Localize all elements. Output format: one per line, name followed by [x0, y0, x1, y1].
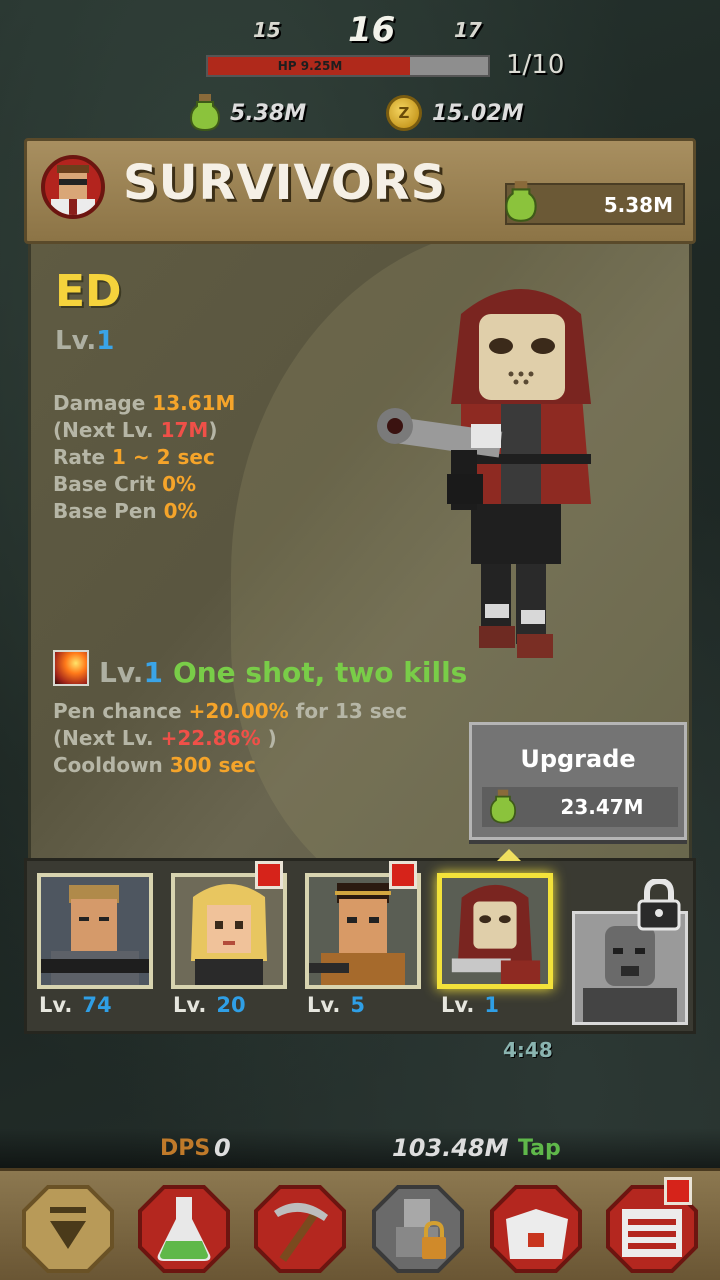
survivor-card-3[interactable] [305, 873, 421, 989]
skill-title: Lv.1 One shot, two kills [99, 656, 468, 689]
dps-value: 0 [214, 1134, 231, 1162]
damage-summary: DPS 0 103.48M Tap [0, 1128, 720, 1168]
potion-icon [490, 789, 516, 824]
resource-row: 5.38M Z 15.02M [0, 92, 720, 136]
stage-prev: 15 [253, 18, 281, 42]
selection-pointer [497, 849, 521, 861]
upgrade-cost: 23.47M [482, 787, 678, 827]
potion-flask-icon[interactable] [136, 1181, 232, 1277]
skill-details: Pen chance +20.00% for 13 sec (Next Lv. … [53, 698, 407, 779]
tap-label: Tap [518, 1136, 561, 1161]
upgrade-cost-value: 23.47M [560, 795, 644, 819]
skill-cooldown: Cooldown 300 sec [53, 753, 256, 777]
collapse-arrow-icon[interactable] [20, 1181, 116, 1277]
skill-icon [53, 650, 89, 686]
survivor-portrait-2 [175, 877, 283, 985]
upgrade-button[interactable]: Upgrade 23.47M [469, 722, 687, 840]
skill-next-level: (Next Lv. +22.86% ) [53, 726, 277, 750]
tap-damage-value: 103.48M [392, 1134, 509, 1162]
locked-character-icon[interactable] [370, 1181, 466, 1277]
dps-label: DPS [160, 1136, 211, 1161]
coin-icon: Z [386, 95, 422, 131]
survivor-level-4: Lv. 1 [441, 993, 499, 1017]
character-level: Lv.1 [55, 326, 115, 356]
survivor-card-2[interactable] [171, 873, 287, 989]
character-portrait [377, 289, 591, 658]
stage-current: 16 [348, 10, 396, 50]
panel-header: SURVIVORS 5.38M [24, 138, 696, 244]
survivor-selector: Lv. 74 Lv. 20 Lv. 5 Lv. 1 [24, 849, 696, 1034]
panel-potion-amount: 5.38M [603, 193, 673, 217]
stage-next: 17 [454, 18, 482, 42]
potion-icon [505, 181, 537, 222]
survivors-panel: SURVIVORS 5.38M ED Lv.1 Damage 13.61M (N… [24, 138, 696, 858]
hp-label: HP 9.25M [277, 59, 343, 73]
wave-counter: 1/10 [506, 50, 565, 80]
coin-amount: 15.02M [432, 101, 524, 126]
character-name: ED [55, 266, 122, 317]
potion-icon [190, 94, 220, 132]
stage-indicator: 15 16 17 [0, 10, 720, 50]
skill-name: One shot, two kills [172, 656, 468, 689]
stat-pen: Base Pen 0% [53, 499, 198, 523]
stat-rate: Rate 1 ~ 2 sec [53, 445, 215, 469]
stat-crit: Base Crit 0% [53, 472, 197, 496]
survivor-notification-2 [255, 861, 283, 889]
potion-amount: 5.38M [230, 101, 307, 126]
survivor-card-1[interactable] [37, 873, 153, 989]
survivor-portrait-1 [41, 877, 149, 985]
panel-title: SURVIVORS [123, 155, 447, 211]
menu-notification [664, 1177, 692, 1205]
character-detail: ED Lv.1 Damage 13.61M (Next Lv. 17M) Rat… [28, 244, 692, 858]
survivors-avatar-icon [41, 155, 105, 219]
survivor-card-4-selected[interactable] [437, 873, 553, 989]
lock-icon [637, 879, 681, 931]
survivor-level-1: Lv. 74 [39, 993, 112, 1017]
survivor-portrait-4 [442, 878, 548, 984]
boss-hp-bar: HP 9.25M [206, 55, 490, 77]
stat-damage: Damage 13.61M [53, 391, 236, 415]
pickaxe-icon[interactable] [252, 1181, 348, 1277]
panel-potion-display: 5.38M [505, 181, 685, 225]
skill-pen-chance: Pen chance +20.00% for 13 sec [53, 699, 408, 723]
bottom-nav [0, 1168, 720, 1280]
upgrade-label: Upgrade [520, 745, 636, 773]
survivor-portrait-3 [309, 877, 417, 985]
survivor-level-3: Lv. 5 [307, 993, 365, 1017]
character-stats: Damage 13.61M (Next Lv. 17M) Rate 1 ~ 2 … [53, 390, 235, 525]
shop-box-icon[interactable] [488, 1181, 584, 1277]
stat-damage-next: (Next Lv. 17M) [53, 418, 218, 442]
countdown-timer: 4:48 [503, 1038, 553, 1062]
survivor-level-2: Lv. 20 [173, 993, 246, 1017]
survivor-notification-3 [389, 861, 417, 889]
